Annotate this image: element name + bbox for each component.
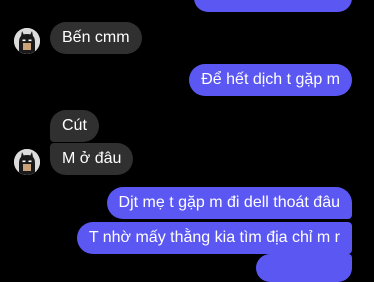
outgoing-message-bubble[interactable]: Djt mẹ t gặp m đi dell thoát đâu bbox=[106, 187, 352, 219]
outgoing-message-bubble[interactable] bbox=[194, 0, 352, 12]
incoming-message-bubble[interactable]: Bến cmm bbox=[50, 22, 142, 54]
outgoing-message-bubble[interactable]: T nhờ mấy thằng kia tìm địa chỉ m r bbox=[76, 222, 352, 254]
batman-avatar-icon[interactable] bbox=[14, 28, 40, 54]
outgoing-message-bubble[interactable] bbox=[256, 254, 352, 282]
outgoing-message-bubble[interactable]: Để hết dịch t gặp m bbox=[189, 64, 352, 96]
chat-thread: Bến cmm Để hết dịch t gặp m Cút M ở đâu … bbox=[0, 0, 374, 282]
batman-avatar-icon[interactable] bbox=[14, 149, 40, 175]
incoming-message-bubble[interactable]: M ở đâu bbox=[50, 143, 134, 175]
incoming-message-bubble[interactable]: Cút bbox=[50, 110, 99, 142]
